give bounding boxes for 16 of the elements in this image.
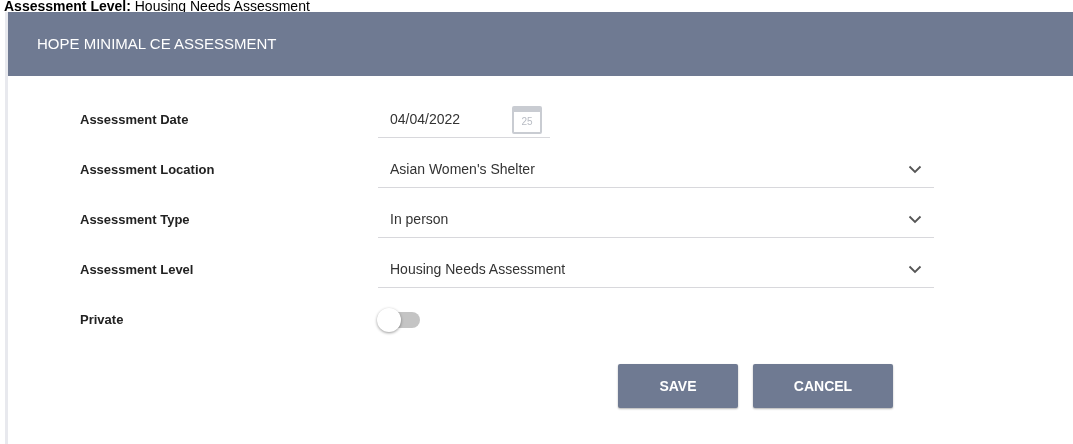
field-label: Assessment Level <box>79 261 195 280</box>
chevron-down-icon <box>908 265 922 274</box>
field-label: Assessment Type <box>79 211 191 230</box>
chevron-down-icon <box>908 215 922 224</box>
field-label: Assessment Date <box>79 111 190 130</box>
panel-title: HOPE MINIMAL CE ASSESSMENT <box>37 33 277 54</box>
date-field[interactable]: 04/04/2022 25 <box>378 102 550 138</box>
select-field[interactable]: Housing Needs Assessment <box>378 252 934 288</box>
chevron-down-icon <box>908 165 922 174</box>
field-label: Private <box>79 311 125 330</box>
save-button[interactable]: SAVE <box>618 364 738 408</box>
field-label: Assessment Location <box>79 161 216 180</box>
select-field[interactable]: In person <box>378 202 934 238</box>
page-heading: Assessment Level: Housing Needs Assessment <box>3 0 311 12</box>
select-field[interactable]: Asian Women's Shelter <box>378 152 934 188</box>
cancel-button[interactable]: CANCEL <box>753 364 893 408</box>
